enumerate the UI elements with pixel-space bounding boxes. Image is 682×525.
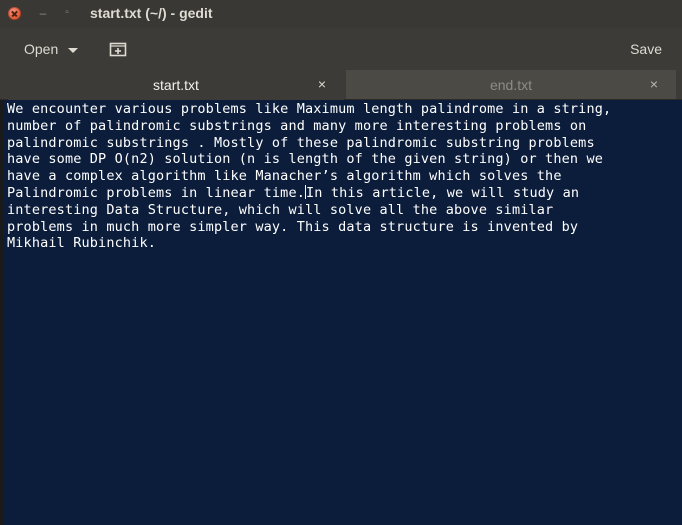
tab-bar: start.txt × end.txt ×: [0, 70, 682, 101]
minimize-window-icon[interactable]: –: [38, 6, 48, 20]
tab-start-txt[interactable]: start.txt ×: [8, 70, 344, 101]
text-editor[interactable]: We encounter various problems like Maxim…: [0, 100, 682, 525]
chevron-down-icon: [68, 47, 79, 53]
text-line: interesting Data Structure, which will s…: [7, 201, 554, 218]
text-line: palindromic substrings . Mostly of these…: [7, 134, 595, 151]
window-title: start.txt (~/) - gedit: [90, 5, 213, 21]
text-line: Mikhail Rubinchik.: [7, 235, 156, 252]
open-button-label: Open: [24, 41, 59, 57]
close-window-icon[interactable]: [8, 7, 21, 20]
text-line: We encounter various problems like Maxim…: [7, 101, 612, 117]
document-text[interactable]: We encounter various problems like Maxim…: [7, 101, 681, 252]
title-bar: – ▫ start.txt (~/) - gedit: [0, 0, 682, 28]
text-line-cursor-before: Palindromic problems in linear time.: [7, 184, 305, 201]
new-tab-button[interactable]: [104, 37, 132, 61]
save-button[interactable]: Save: [630, 36, 662, 62]
close-tab-icon[interactable]: ×: [646, 76, 662, 92]
text-line: have some DP O(n2) solution (n is length…: [7, 151, 603, 168]
tab-end-txt[interactable]: end.txt ×: [346, 70, 676, 99]
text-line: number of palindromic substrings and man…: [7, 117, 587, 134]
open-button[interactable]: Open: [14, 36, 88, 62]
text-line-cursor-after: In this article, we will study an: [306, 184, 580, 201]
close-tab-icon[interactable]: ×: [314, 76, 330, 92]
new-tab-icon: [109, 42, 127, 57]
tab-label: end.txt: [489, 76, 533, 93]
maximize-window-icon[interactable]: ▫: [62, 6, 72, 20]
text-line: problems in much more simpler way. This …: [7, 218, 579, 235]
gedit-window: – ▫ start.txt (~/) - gedit Open Save sta…: [0, 0, 682, 525]
tab-label: start.txt: [153, 76, 199, 93]
text-line: have a complex algorithm like Manacher’s…: [7, 168, 562, 185]
header-bar: Open Save: [0, 28, 682, 70]
